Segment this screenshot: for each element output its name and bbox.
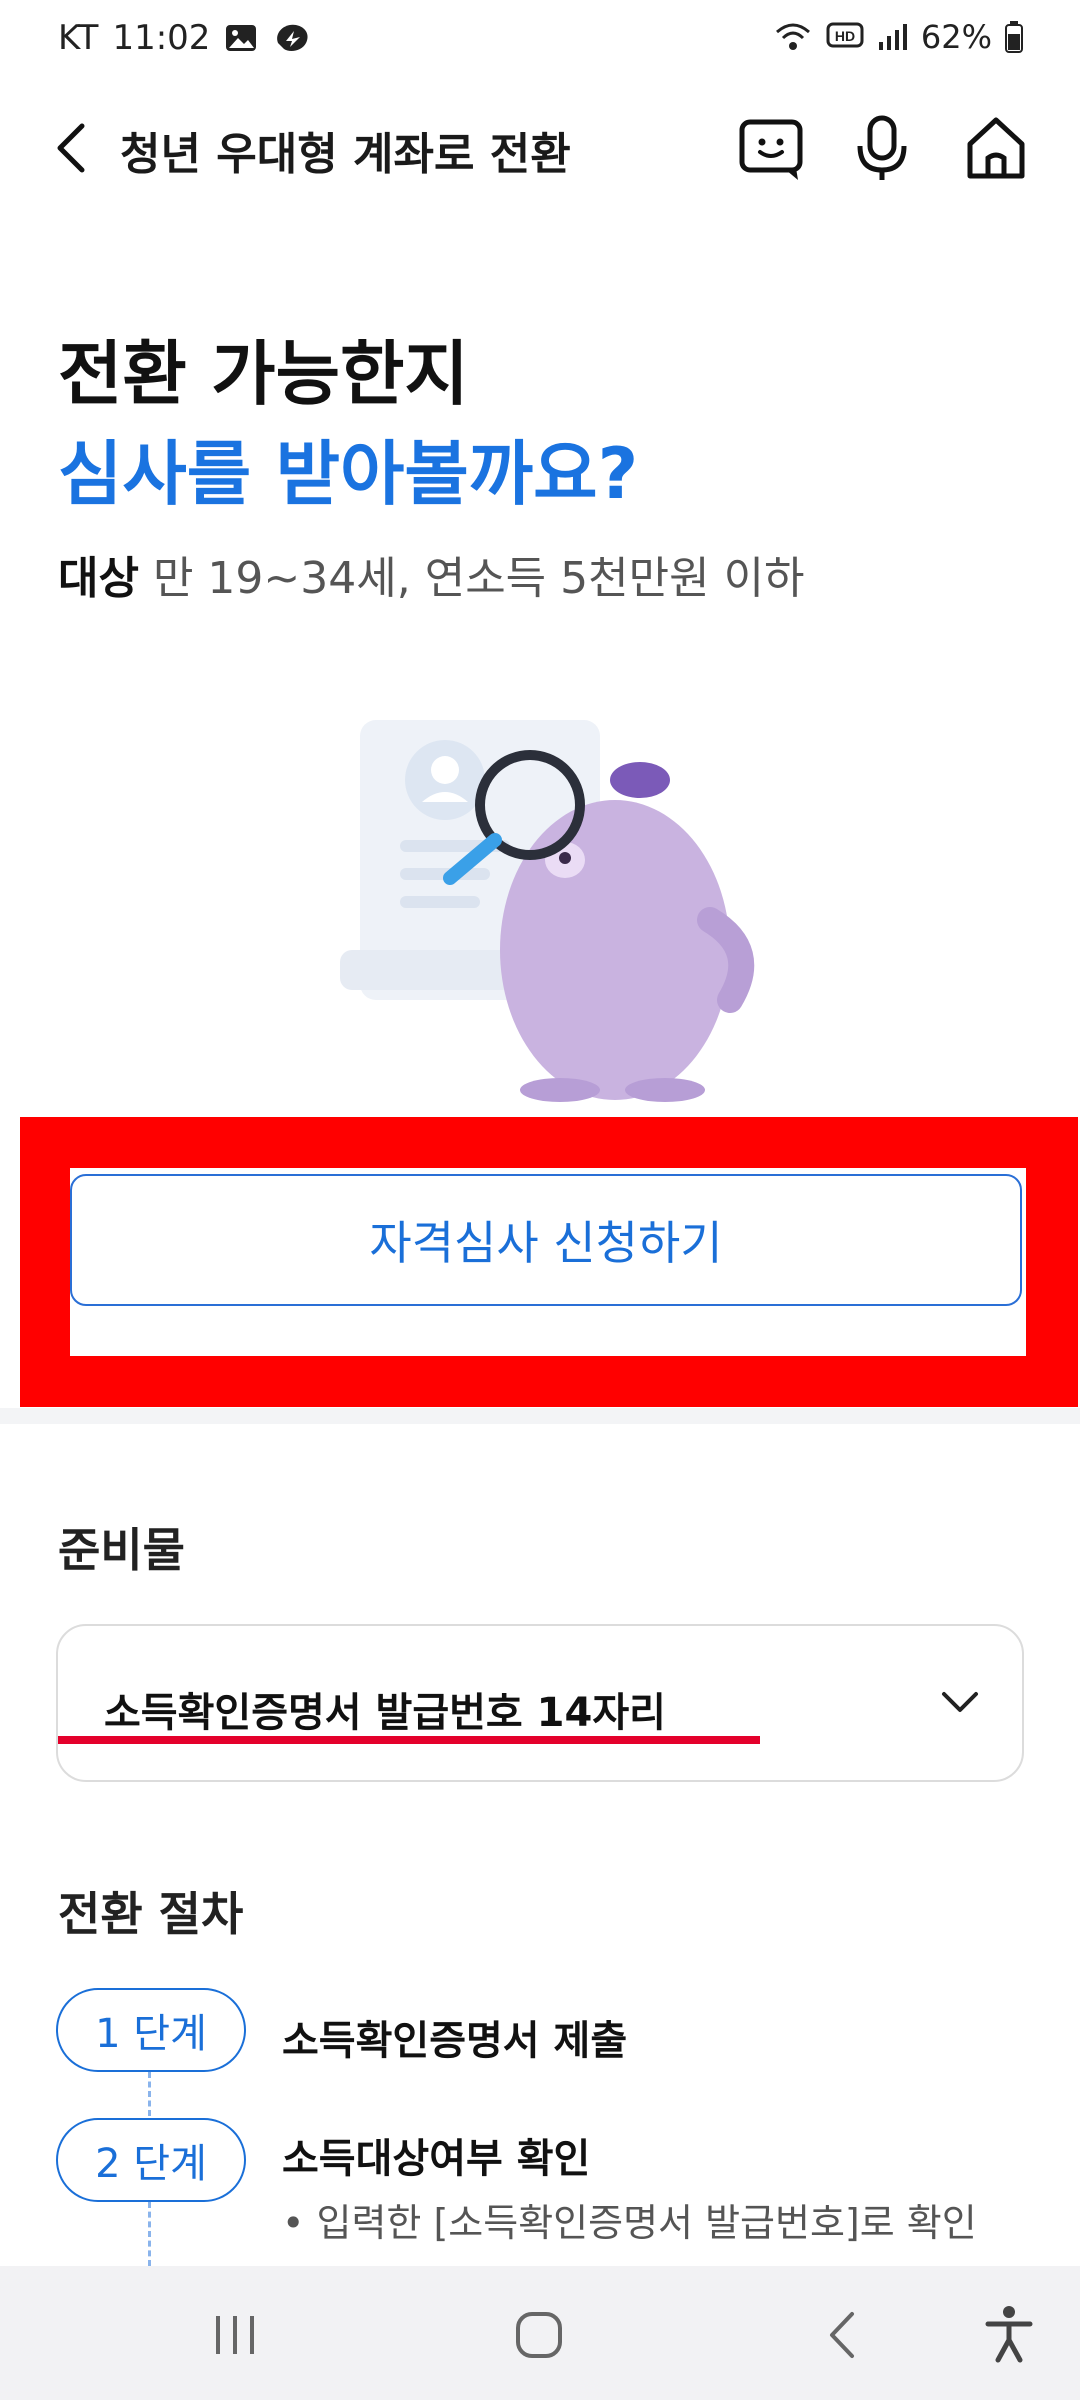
step-1-badge: 1 단계 — [56, 1988, 246, 2072]
hero-heading-line2: 심사를 받아볼까요? — [58, 433, 639, 515]
app-notification-icon — [277, 24, 308, 51]
prep-section-title: 준비물 — [58, 1523, 185, 1577]
apply-screening-button[interactable]: 자격심사 신청하기 — [70, 1174, 1022, 1306]
step-1-label: 소득확인증명서 제출 — [282, 2018, 628, 2064]
bullet: • — [282, 2201, 317, 2245]
hd-call-icon: HD — [826, 22, 864, 48]
chevron-down-icon[interactable] — [938, 1688, 982, 1718]
svg-text:HD: HD — [835, 28, 855, 44]
recent-apps-icon[interactable] — [210, 2310, 260, 2360]
back-nav-icon[interactable] — [822, 2308, 862, 2362]
character-magnifier-illustration — [340, 720, 755, 1102]
target-text: 만 19~34세, 연소득 5천만원 이하 — [138, 553, 805, 604]
battery-percent: 62% — [920, 18, 992, 56]
home-icon[interactable] — [960, 112, 1032, 184]
step-connector — [148, 2072, 151, 2116]
step-2-label: 소득대상여부 확인 — [282, 2136, 591, 2182]
procedure-section-title: 전환 절차 — [58, 1887, 244, 1941]
gallery-icon — [226, 25, 257, 51]
red-underline-annotation — [58, 1736, 760, 1744]
carrier-label: KT — [58, 18, 99, 58]
wifi-icon — [775, 23, 810, 50]
target-label: 대상 — [58, 553, 139, 604]
target-description: 대상 만 19~34세, 연소득 5천만원 이하 — [58, 542, 805, 606]
prep-item-label: 소득확인증명서 발급번호 14자리 — [104, 1690, 666, 1736]
chat-icon[interactable] — [736, 112, 808, 184]
accessibility-icon[interactable] — [984, 2304, 1034, 2364]
home-nav-icon[interactable] — [512, 2308, 566, 2362]
status-bar-right: HD 62% — [773, 18, 1024, 56]
status-bar-left: KT 11:02 — [58, 18, 312, 58]
battery-icon — [1005, 21, 1023, 53]
hero-heading-line1: 전환 가능한지 — [58, 333, 469, 415]
step-2-note-text: 입력한 [소득확인증명서 발급번호]로 확인 — [316, 2201, 977, 2245]
section-divider — [0, 1408, 1080, 1424]
page-title: 청년 우대형 계좌로 전환 — [120, 129, 571, 180]
step-2-badge: 2 단계 — [56, 2118, 246, 2202]
back-button[interactable] — [50, 120, 90, 176]
step-2-note: • 입력한 [소득확인증명서 발급번호]로 확인 — [282, 2192, 977, 2247]
clock: 11:02 — [112, 18, 211, 58]
step-connector — [148, 2202, 151, 2266]
microphone-icon[interactable] — [846, 112, 918, 184]
signal-icon — [878, 24, 907, 50]
